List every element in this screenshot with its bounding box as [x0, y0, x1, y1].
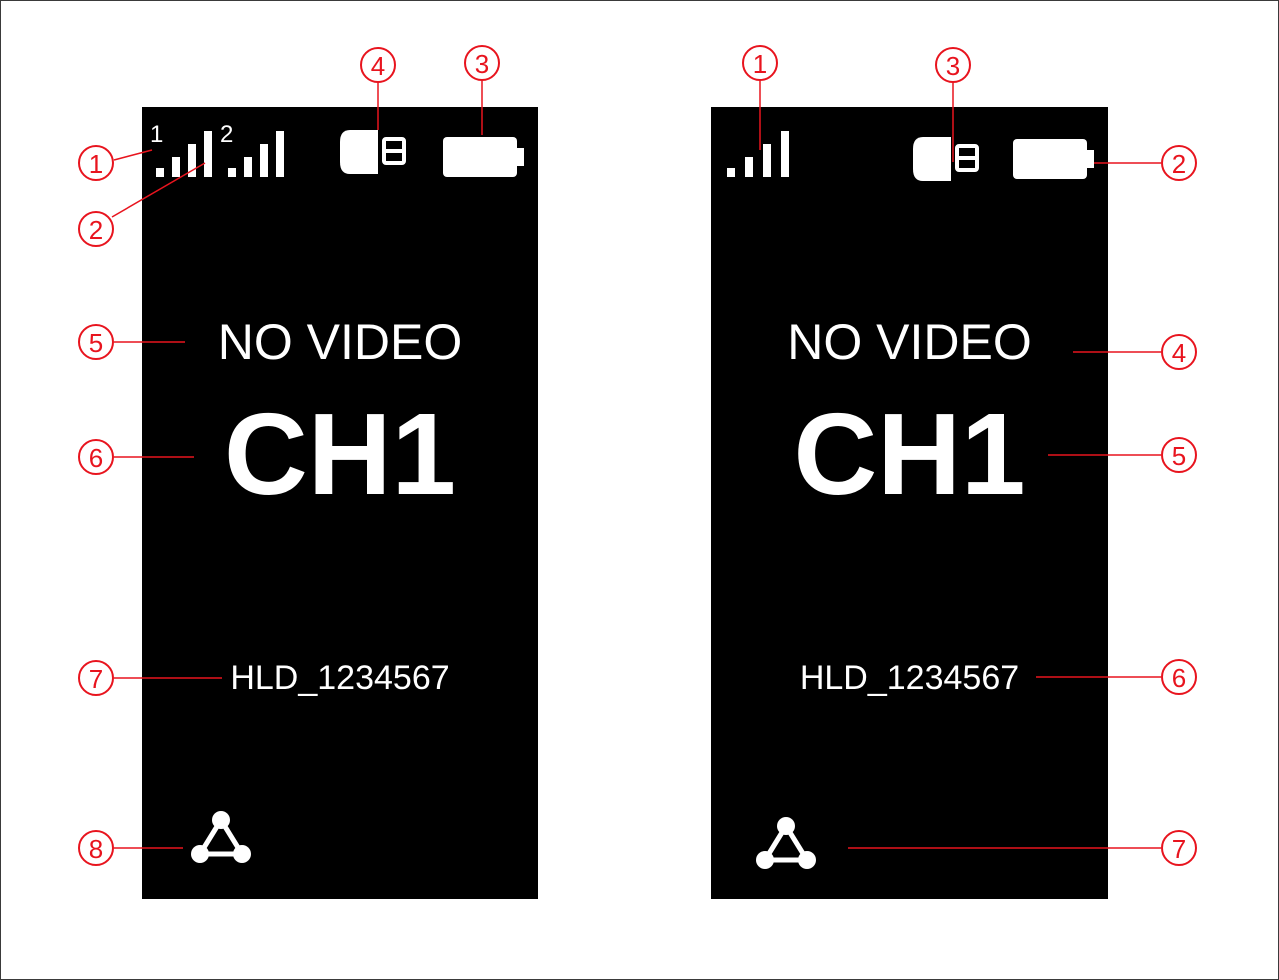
- signal-bars-icon: [727, 131, 789, 177]
- network-icon: [756, 817, 816, 869]
- network-icon: [191, 811, 251, 863]
- status-no-video: NO VIDEO: [787, 314, 1032, 370]
- signal-bars-icon: [156, 131, 212, 177]
- sd-card-icon: [340, 130, 406, 174]
- battery-icon: [1013, 139, 1094, 179]
- signal-bars-icon: [228, 131, 284, 177]
- device-name: HLD_1234567: [230, 659, 450, 697]
- receiver-screen-single: NO VIDEO CH1 HLD_1234567: [711, 107, 1108, 899]
- status-no-video: NO VIDEO: [217, 314, 463, 370]
- device-name: HLD_1234567: [799, 659, 1020, 697]
- sd-card-icon: [913, 137, 979, 181]
- channel-label: CH1: [223, 389, 457, 519]
- battery-icon: [443, 137, 524, 177]
- receiver-screen-dual: 1 2 NO VIDEO CH1 HLD_1234567: [142, 107, 538, 899]
- channel-label: CH1: [793, 389, 1026, 519]
